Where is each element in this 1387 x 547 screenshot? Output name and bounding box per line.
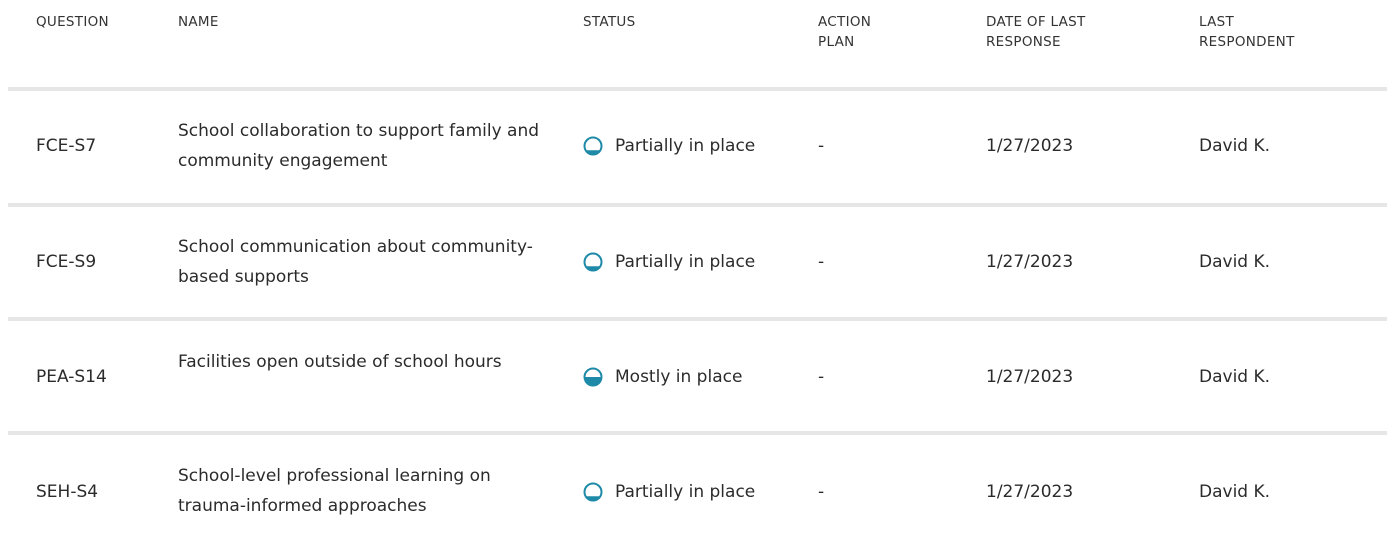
column-header-question[interactable]: QUESTION	[36, 12, 109, 32]
table-row[interactable]: FCE-S7 School collaboration to support f…	[0, 91, 1387, 203]
last-respondent: David K.	[1199, 482, 1271, 502]
status-label: Partially in place	[615, 482, 756, 502]
action-plan-value[interactable]: -	[818, 247, 824, 277]
last-response-date: 1/27/2023	[986, 136, 1074, 156]
status-label: Partially in place	[615, 252, 756, 272]
question-name[interactable]: School-level professional learning on tr…	[178, 461, 548, 521]
status-cell: Partially in place	[583, 477, 755, 507]
question-code: SEH-S4	[36, 482, 99, 502]
table-row[interactable]: PEA-S14 Facilities open outside of schoo…	[0, 321, 1387, 433]
action-plan-value[interactable]: -	[818, 362, 824, 392]
partially-in-place-icon	[583, 482, 603, 502]
question-code: FCE-S7	[36, 136, 97, 156]
last-response-date: 1/27/2023	[986, 482, 1074, 502]
question-name[interactable]: School collaboration to support family a…	[178, 116, 548, 176]
action-plan-value[interactable]: -	[818, 131, 824, 161]
status-label: Partially in place	[615, 136, 756, 156]
question-code: FCE-S9	[36, 252, 97, 272]
question-name[interactable]: School communication about community-bas…	[178, 232, 548, 292]
column-header-action-plan[interactable]: ACTION PLAN	[818, 12, 871, 52]
question-code: PEA-S14	[36, 367, 107, 387]
last-respondent: David K.	[1199, 252, 1271, 272]
last-respondent: David K.	[1199, 136, 1271, 156]
table-header: QUESTION NAME STATUS ACTION PLAN DATE OF…	[0, 0, 1387, 88]
last-response-date: 1/27/2023	[986, 367, 1074, 387]
column-header-last-respondent[interactable]: LAST RESPONDENT	[1199, 12, 1295, 52]
question-name[interactable]: Facilities open outside of school hours	[178, 347, 548, 377]
questions-table: QUESTION NAME STATUS ACTION PLAN DATE OF…	[0, 0, 1387, 545]
status-cell: Partially in place	[583, 247, 755, 277]
partially-in-place-icon	[583, 136, 603, 156]
action-plan-value[interactable]: -	[818, 477, 824, 507]
mostly-in-place-icon	[583, 367, 603, 387]
table-row[interactable]: SEH-S4 School-level professional learnin…	[0, 435, 1387, 547]
table-row[interactable]: FCE-S9 School communication about commun…	[0, 207, 1387, 319]
column-header-name[interactable]: NAME	[178, 12, 219, 32]
partially-in-place-icon	[583, 252, 603, 272]
column-header-status[interactable]: STATUS	[583, 12, 635, 32]
status-cell: Partially in place	[583, 131, 755, 161]
status-label: Mostly in place	[615, 367, 743, 387]
column-header-date-of-last-response[interactable]: DATE OF LAST RESPONSE	[986, 12, 1086, 52]
status-cell: Mostly in place	[583, 362, 742, 392]
last-response-date: 1/27/2023	[986, 252, 1074, 272]
last-respondent: David K.	[1199, 367, 1271, 387]
